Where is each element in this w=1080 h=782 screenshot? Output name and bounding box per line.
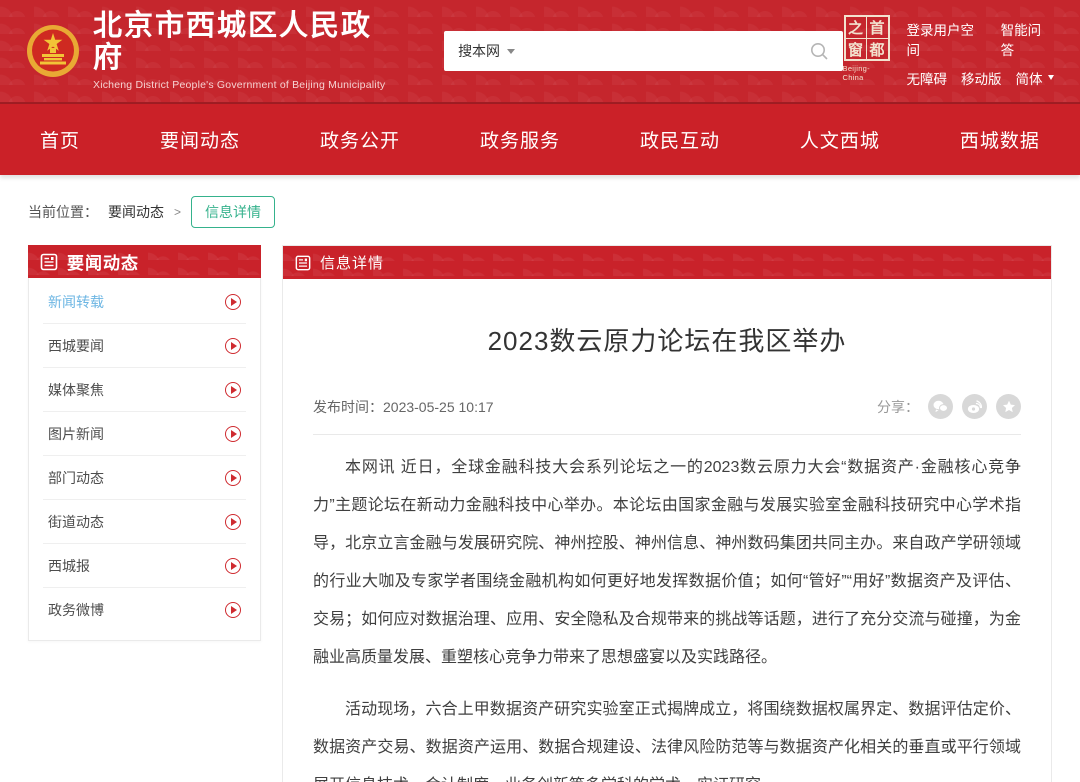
article-body: 本网讯 近日，全球金融科技大会系列论坛之一的2023数云原力大会“数据资产·金融…	[313, 449, 1021, 782]
breadcrumb-prefix: 当前位置：	[28, 202, 98, 222]
news-document-icon	[40, 253, 58, 271]
sidebar-item-label: 西城报	[48, 556, 90, 576]
share-wechat-button[interactable]	[928, 394, 953, 419]
nav-item-xicheng-culture[interactable]: 人文西城	[800, 126, 880, 153]
search-scope-label: 搜本网	[458, 41, 500, 61]
nav-item-gov-services[interactable]: 政务服务	[480, 126, 560, 153]
sidebar-item-photo-news[interactable]: 图片新闻	[43, 412, 246, 456]
article-panel: 信息详情 2023数云原力论坛在我区举办 发布时间：2023-05-25 10:…	[282, 245, 1052, 782]
search-input[interactable]	[523, 31, 801, 71]
smart-qa-link[interactable]: 智能问答	[1001, 19, 1054, 59]
breadcrumb: 当前位置： 要闻动态 > 信息详情	[28, 196, 1052, 228]
arrow-circle-icon	[225, 470, 241, 486]
breadcrumb-current-badge[interactable]: 信息详情	[191, 196, 275, 228]
nav-item-gov-openness[interactable]: 政务公开	[320, 126, 400, 153]
cw-char: 窗	[846, 39, 867, 60]
nav-item-xicheng-data[interactable]: 西城数据	[960, 126, 1040, 153]
nav-label: 人文西城	[800, 131, 880, 152]
sidebar-item-street-news[interactable]: 街道动态	[43, 500, 246, 544]
publish-time: 发布时间：2023-05-25 10:17	[313, 397, 494, 417]
accessibility-link[interactable]: 无障碍	[907, 68, 948, 88]
share-weibo-button[interactable]	[962, 394, 987, 419]
arrow-circle-icon	[225, 294, 241, 310]
sidebar-item-label: 政务微博	[48, 600, 104, 620]
sidebar-header: 要闻动态	[28, 245, 261, 278]
capital-window-box: 之 首 窗 都	[844, 15, 890, 61]
site-title-block: 北京市西城区人民政府 Xicheng District People's Gov…	[93, 11, 400, 91]
arrow-circle-icon	[225, 602, 241, 618]
nav-item-home[interactable]: 首页	[40, 126, 80, 153]
panel-header: 信息详情	[283, 246, 1051, 279]
nav-label: 政务服务	[480, 131, 560, 152]
sidebar-item-xicheng-daily[interactable]: 西城报	[43, 544, 246, 588]
breadcrumb-separator: >	[174, 205, 181, 219]
breadcrumb-section-link[interactable]: 要闻动态	[108, 202, 164, 222]
star-icon	[1002, 400, 1016, 414]
sidebar-item-xicheng-news[interactable]: 西城要闻	[43, 324, 246, 368]
cw-char: 首	[867, 17, 888, 39]
sidebar-title: 要闻动态	[67, 249, 139, 274]
sidebar-item-media-focus[interactable]: 媒体聚焦	[43, 368, 246, 412]
article-meta-row: 发布时间：2023-05-25 10:17 分享：	[313, 394, 1021, 419]
article: 2023数云原力论坛在我区举办 发布时间：2023-05-25 10:17 分享…	[283, 321, 1051, 782]
sidebar-list: 新闻转载 西城要闻 媒体聚焦 图片新闻 部门动态 街道动态	[28, 278, 261, 641]
publish-value: 2023-05-25 10:17	[383, 399, 494, 415]
main-nav: 首页 要闻动态 政务公开 政务服务 政民互动 人文西城 西城数据	[0, 104, 1080, 175]
share-bar: 分享：	[877, 394, 1021, 419]
nav-item-public-interaction[interactable]: 政民互动	[640, 126, 720, 153]
chevron-down-icon	[507, 49, 515, 54]
national-emblem-logo	[26, 24, 80, 78]
quick-links: 登录用户空间 智能问答 无障碍 移动版 简体	[907, 15, 1054, 88]
search-box: 搜本网	[444, 31, 842, 71]
article-paragraph: 活动现场，六合上甲数据资产研究实验室正式揭牌成立，将围绕数据权属界定、数据评估定…	[313, 691, 1021, 782]
site-title: 北京市西城区人民政府	[93, 11, 400, 75]
sidebar-item-news-reprint[interactable]: 新闻转载	[43, 280, 246, 324]
sidebar-item-label: 部门动态	[48, 468, 104, 488]
arrow-circle-icon	[225, 426, 241, 442]
site-header: 北京市西城区人民政府 Xicheng District People's Gov…	[0, 0, 1080, 104]
arrow-circle-icon	[225, 382, 241, 398]
sidebar-item-department-news[interactable]: 部门动态	[43, 456, 246, 500]
sidebar-item-label: 媒体聚焦	[48, 380, 104, 400]
sidebar: 要闻动态 新闻转载 西城要闻 媒体聚焦 图片新闻 部门动态	[28, 245, 261, 641]
article-title: 2023数云原力论坛在我区举办	[313, 321, 1021, 358]
arrow-circle-icon	[225, 514, 241, 530]
nav-label: 西城数据	[960, 131, 1040, 152]
site-subtitle: Xicheng District People's Government of …	[93, 79, 400, 91]
cw-char: 之	[846, 17, 867, 39]
sidebar-item-gov-weibo[interactable]: 政务微博	[43, 588, 246, 632]
sidebar-item-label: 新闻转载	[48, 292, 104, 312]
sidebar-item-label: 西城要闻	[48, 336, 104, 356]
nav-label: 政民互动	[640, 131, 720, 152]
sidebar-item-label: 街道动态	[48, 512, 104, 532]
search-icon	[810, 42, 829, 61]
sidebar-item-label: 图片新闻	[48, 424, 104, 444]
cw-char: 都	[867, 39, 888, 60]
share-favorite-button[interactable]	[996, 394, 1021, 419]
chevron-down-icon	[1048, 75, 1054, 80]
panel-title: 信息详情	[320, 252, 384, 273]
capital-window-logo[interactable]: 之 首 窗 都 Beijing-China	[843, 15, 891, 82]
login-user-space-link[interactable]: 登录用户空间	[907, 19, 987, 59]
arrow-circle-icon	[225, 558, 241, 574]
weibo-icon	[967, 400, 982, 414]
language-label: 简体	[1016, 68, 1043, 88]
share-label: 分享：	[877, 397, 919, 417]
nav-label: 政务公开	[320, 131, 400, 152]
language-toggle[interactable]: 简体	[1016, 68, 1054, 88]
arrow-circle-icon	[225, 338, 241, 354]
publish-label: 发布时间：	[313, 399, 383, 415]
wechat-icon	[933, 400, 948, 413]
capital-window-caption: Beijing-China	[843, 64, 891, 82]
nav-label: 要闻动态	[160, 131, 240, 152]
nav-item-news[interactable]: 要闻动态	[160, 126, 240, 153]
search-button[interactable]	[810, 42, 829, 61]
meta-divider	[313, 434, 1021, 435]
nav-label: 首页	[40, 131, 80, 152]
mobile-version-link[interactable]: 移动版	[961, 68, 1002, 88]
detail-document-icon	[295, 255, 311, 271]
article-paragraph: 本网讯 近日，全球金融科技大会系列论坛之一的2023数云原力大会“数据资产·金融…	[313, 449, 1021, 677]
search-scope-dropdown[interactable]: 搜本网	[458, 41, 515, 61]
